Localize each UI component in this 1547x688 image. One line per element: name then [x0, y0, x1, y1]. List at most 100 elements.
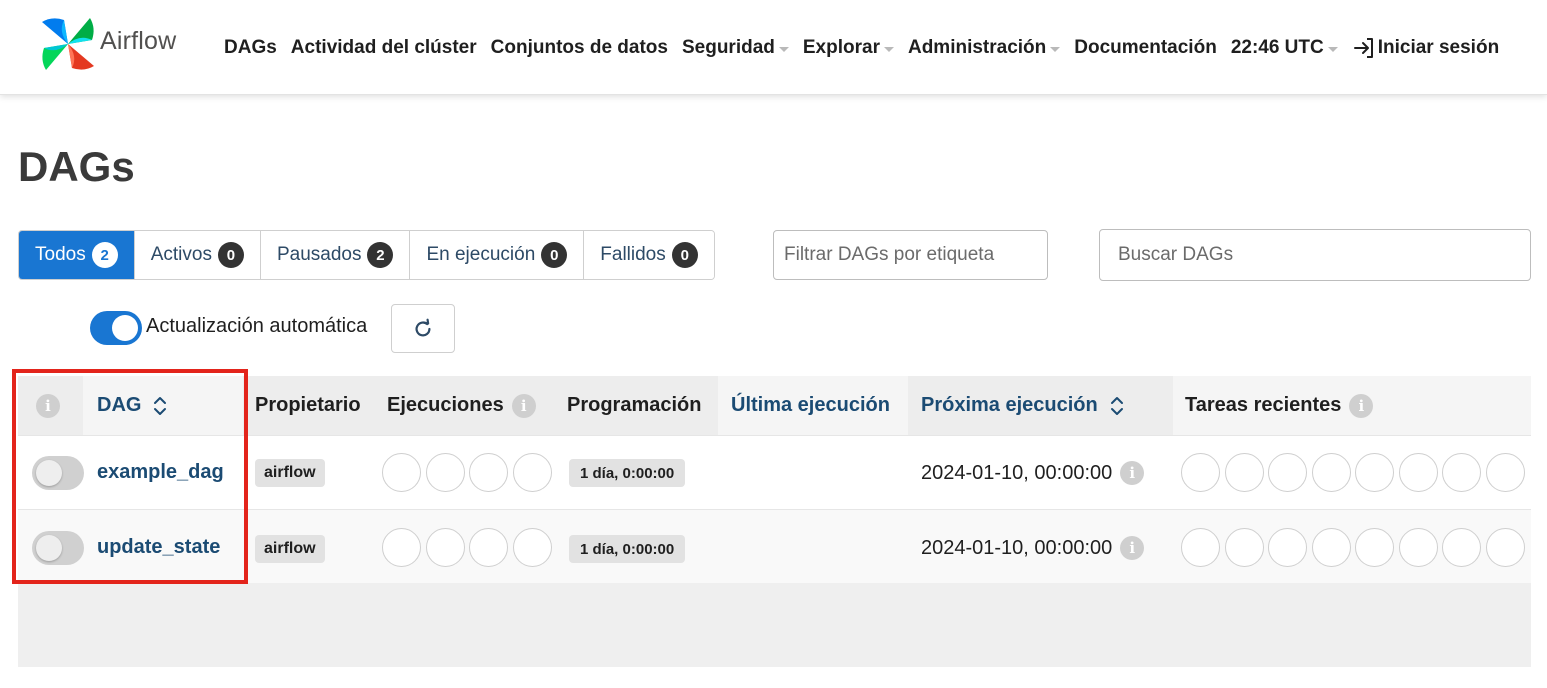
login-label: Iniciar sesión — [1377, 36, 1500, 58]
run-status-circle[interactable] — [512, 453, 552, 492]
header-runs: Ejecuciones i — [387, 376, 536, 435]
chevron-down-icon — [778, 46, 789, 52]
refresh-icon — [415, 318, 431, 336]
toggle-knob — [36, 460, 62, 486]
sort-icon[interactable] — [153, 394, 167, 418]
status-filter-tabs: Todos 2 Activos 0 Pausados 2 En ejecució… — [18, 230, 715, 280]
nav-menu: DAGs Actividad del clúster Conjuntos de … — [224, 0, 1499, 95]
tab-all-label: Todos — [35, 244, 86, 265]
task-status-circle[interactable] — [1268, 528, 1307, 567]
task-status-circle[interactable] — [1311, 453, 1351, 492]
nav-cluster-activity-label: Actividad del clúster — [290, 36, 477, 58]
header-last-run[interactable]: Última ejecución — [731, 376, 890, 435]
owner-tag[interactable]: airflow — [255, 459, 325, 487]
header-dag[interactable]: DAG — [97, 376, 167, 435]
next-run-cell: 2024-01-10, 00:00:00 i — [921, 536, 1145, 560]
header-info: i — [36, 376, 60, 435]
header-next-run-label: Próxima ejecución — [921, 394, 1098, 416]
chevron-down-icon — [883, 46, 894, 52]
task-status-circle[interactable] — [1398, 528, 1438, 567]
tab-paused[interactable]: Pausados 2 — [260, 231, 411, 279]
header-next-run[interactable]: Próxima ejecución — [921, 376, 1124, 435]
task-status-circle[interactable] — [1442, 453, 1481, 492]
task-status-circle[interactable] — [1485, 528, 1525, 567]
nav-browse[interactable]: Explorar — [803, 37, 894, 59]
nav-cluster-activity[interactable]: Actividad del clúster — [291, 37, 477, 59]
task-status-circle[interactable] — [1442, 528, 1481, 567]
recent-tasks-circles — [1181, 453, 1529, 492]
task-status-circle[interactable] — [1181, 528, 1220, 567]
page-title: DAGs — [18, 143, 135, 190]
nav-docs-label: Documentación — [1074, 36, 1217, 58]
info-icon[interactable]: i — [1349, 393, 1374, 418]
sort-icon[interactable] — [1110, 394, 1124, 418]
task-status-circle[interactable] — [1224, 528, 1264, 567]
airflow-pinwheel-icon — [42, 18, 94, 70]
header-runs-label: Ejecuciones — [387, 394, 504, 416]
count-badge: 2 — [367, 242, 394, 268]
dag-pause-toggle[interactable] — [32, 531, 84, 565]
run-status-circle[interactable] — [382, 528, 421, 567]
task-status-circle[interactable] — [1224, 453, 1264, 492]
info-icon[interactable]: i — [36, 393, 60, 418]
search-dags-input[interactable] — [1099, 229, 1531, 281]
brand-name: Airflow — [100, 26, 177, 55]
auto-refresh-toggle[interactable] — [90, 311, 142, 345]
nav-dags[interactable]: DAGs — [224, 37, 277, 59]
run-status-circle[interactable] — [512, 528, 552, 567]
nav-time[interactable]: 22:46 UTC — [1231, 37, 1338, 59]
task-status-circle[interactable] — [1355, 528, 1394, 567]
task-status-circle[interactable] — [1355, 453, 1394, 492]
airflow-logo[interactable]: Airflow — [38, 14, 176, 74]
owner-tag[interactable]: airflow — [255, 535, 325, 563]
schedule-tag[interactable]: 1 día, 0:00:00 — [569, 535, 686, 563]
runs-status-circles — [382, 528, 556, 567]
header-recent-tasks-label: Tareas recientes — [1185, 394, 1342, 416]
run-status-circle[interactable] — [382, 453, 421, 492]
tab-active[interactable]: Activos 0 — [134, 231, 261, 279]
toggle-knob — [112, 315, 138, 341]
nav-admin[interactable]: Administración — [908, 37, 1061, 59]
next-run-cell: 2024-01-10, 00:00:00 i — [921, 461, 1145, 485]
count-badge: 0 — [541, 242, 568, 268]
task-status-circle[interactable] — [1311, 528, 1351, 567]
nav-dags-label: DAGs — [224, 36, 277, 58]
dag-pause-toggle[interactable] — [32, 456, 84, 490]
run-status-circle[interactable] — [425, 453, 465, 492]
count-badge: 2 — [91, 242, 118, 268]
tab-all[interactable]: Todos 2 — [19, 231, 135, 279]
login-arrow-icon — [1353, 37, 1373, 58]
nav-browse-label: Explorar — [802, 36, 880, 58]
run-status-circle[interactable] — [469, 528, 508, 567]
task-status-circle[interactable] — [1181, 453, 1220, 492]
table-row: update_state airflow 1 día, 0:00:00 2024… — [18, 509, 1531, 583]
table-row: example_dag airflow 1 día, 0:00:00 2024-… — [18, 435, 1531, 509]
refresh-button[interactable] — [391, 304, 455, 353]
task-status-circle[interactable] — [1398, 453, 1438, 492]
run-status-circle[interactable] — [469, 453, 508, 492]
dag-link[interactable]: update_state — [97, 536, 220, 559]
tab-failed[interactable]: Fallidos 0 — [584, 231, 714, 279]
task-status-circle[interactable] — [1268, 453, 1307, 492]
next-run-value: 2024-01-10, 00:00:00 — [921, 461, 1113, 484]
info-icon[interactable]: i — [1120, 461, 1145, 485]
tag-filter-input[interactable] — [773, 230, 1048, 280]
nav-security[interactable]: Seguridad — [682, 37, 789, 59]
clock-label: 22:46 UTC — [1230, 36, 1324, 58]
chevron-down-icon — [1050, 46, 1061, 52]
recent-tasks-circles — [1181, 528, 1529, 567]
dag-link[interactable]: example_dag — [97, 461, 224, 484]
info-icon[interactable]: i — [1120, 536, 1145, 560]
count-badge: 0 — [671, 242, 698, 268]
tab-running[interactable]: En ejecución 0 — [410, 231, 585, 279]
run-status-circle[interactable] — [425, 528, 465, 567]
task-status-circle[interactable] — [1485, 453, 1525, 492]
header-schedule: Programación — [567, 394, 702, 416]
login-link[interactable]: Iniciar sesión — [1352, 36, 1499, 60]
schedule-tag[interactable]: 1 día, 0:00:00 — [569, 459, 686, 487]
nav-docs[interactable]: Documentación — [1074, 37, 1217, 59]
tab-failed-label: Fallidos — [600, 244, 666, 265]
nav-datasets[interactable]: Conjuntos de datos — [491, 37, 668, 59]
count-badge: 0 — [217, 242, 244, 268]
info-icon[interactable]: i — [511, 393, 536, 418]
